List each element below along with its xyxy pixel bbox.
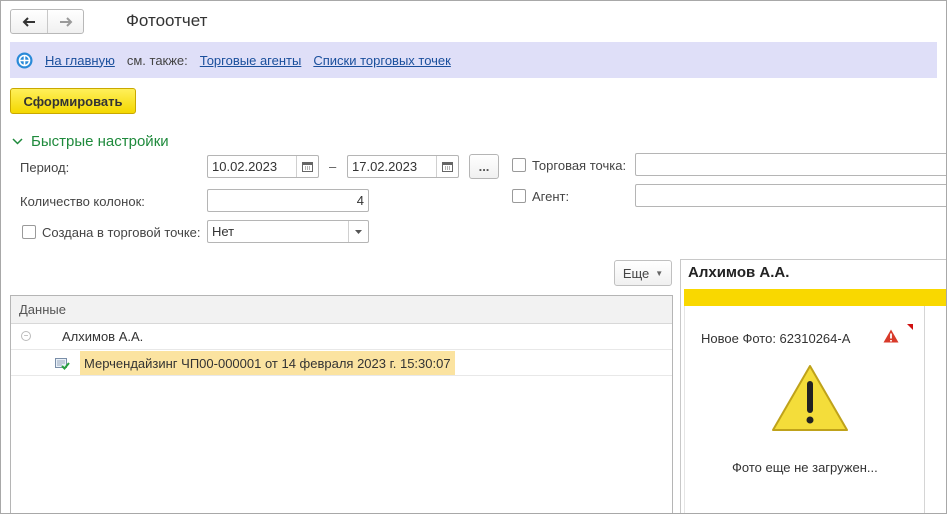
navigation-buttons bbox=[10, 9, 84, 34]
calendar-icon[interactable] bbox=[296, 156, 318, 177]
warning-icon bbox=[883, 329, 899, 343]
link-bar: На главную см. также: Торговые агенты Сп… bbox=[10, 42, 937, 78]
agent-checkbox[interactable] bbox=[512, 189, 526, 203]
photo-panel: Алхимов А.А. Новое Фото: 62310264-А Фото… bbox=[680, 259, 946, 513]
agent-field[interactable] bbox=[635, 184, 946, 207]
arrow-right-icon bbox=[59, 16, 72, 27]
tree-header: Данные bbox=[11, 296, 672, 324]
see-also-label: см. также: bbox=[126, 52, 188, 68]
chevron-down-icon bbox=[12, 138, 23, 145]
collapse-icon[interactable]: − bbox=[21, 331, 31, 341]
document-posted-icon bbox=[55, 358, 70, 370]
period-label: Период: bbox=[20, 160, 70, 175]
created-in-trade-point-select[interactable]: Нет bbox=[207, 220, 369, 243]
quick-settings-title: Быстрые настройки bbox=[31, 133, 169, 150]
period-dash: – bbox=[329, 159, 337, 174]
photo-scroll-area[interactable] bbox=[927, 306, 946, 513]
photo-card[interactable]: Новое Фото: 62310264-А Фото еще не загру… bbox=[684, 306, 925, 513]
created-in-trade-point-checkbox[interactable] bbox=[22, 225, 36, 239]
photo-new-label: Новое Фото: 62310264-А bbox=[701, 331, 851, 346]
quick-settings-toggle[interactable]: Быстрые настройки bbox=[12, 133, 169, 150]
home-icon[interactable] bbox=[16, 52, 33, 69]
generate-button[interactable]: Сформировать bbox=[10, 88, 136, 114]
photo-header-bar bbox=[684, 289, 946, 306]
tree-item-row[interactable]: Мерчендайзинг ЧП00-000001 от 14 февраля … bbox=[11, 350, 672, 376]
choose-period-button[interactable]: ... bbox=[469, 154, 499, 179]
period-to-field[interactable]: 17.02.2023 bbox=[347, 155, 459, 178]
columns-field[interactable]: 4 bbox=[207, 189, 369, 212]
corner-marker-icon bbox=[907, 324, 913, 330]
forward-button[interactable] bbox=[47, 10, 83, 33]
page-title: Фотоотчет bbox=[126, 11, 208, 30]
photo-panel-title: Алхимов А.А. bbox=[688, 264, 790, 281]
tree-item-label: Мерчендайзинг ЧП00-000001 от 14 февраля … bbox=[80, 351, 455, 375]
trade-point-label: Торговая точка: bbox=[532, 158, 627, 173]
columns-label: Количество колонок: bbox=[20, 194, 145, 209]
created-in-trade-point-label: Создана в торговой точке: bbox=[42, 225, 201, 240]
dropdown-arrow-icon[interactable] bbox=[348, 221, 368, 242]
tree-group-label: Алхимов А.А. bbox=[62, 329, 144, 344]
more-button-label: Еще bbox=[622, 265, 650, 281]
photo-status-text: Фото еще не загружен... bbox=[732, 460, 878, 475]
data-tree: Данные − Алхимов А.А. Мерчендайзинг ЧП00… bbox=[10, 295, 673, 513]
trade-points-lists-link[interactable]: Списки торговых точек bbox=[313, 53, 451, 68]
trade-agents-link[interactable]: Торговые агенты bbox=[200, 53, 302, 68]
trade-point-field[interactable] bbox=[635, 153, 946, 176]
caret-down-icon: ▼ bbox=[655, 268, 664, 278]
period-from-field[interactable]: 10.02.2023 bbox=[207, 155, 319, 178]
back-button[interactable] bbox=[11, 10, 47, 33]
agent-label: Агент: bbox=[532, 189, 570, 204]
more-button[interactable]: Еще ▼ bbox=[614, 260, 672, 286]
home-link[interactable]: На главную bbox=[45, 53, 115, 68]
trade-point-checkbox[interactable] bbox=[512, 158, 526, 172]
created-in-trade-point-value: Нет bbox=[212, 224, 235, 239]
arrow-left-icon bbox=[22, 16, 35, 27]
calendar-icon[interactable] bbox=[436, 156, 458, 177]
period-from-value: 10.02.2023 bbox=[212, 159, 278, 174]
warning-large-icon bbox=[772, 365, 848, 431]
tree-group-row[interactable]: − Алхимов А.А. bbox=[11, 324, 672, 350]
app-window: Фотоотчет На главную см. также: Торговые… bbox=[0, 0, 947, 514]
period-to-value: 17.02.2023 bbox=[352, 159, 418, 174]
